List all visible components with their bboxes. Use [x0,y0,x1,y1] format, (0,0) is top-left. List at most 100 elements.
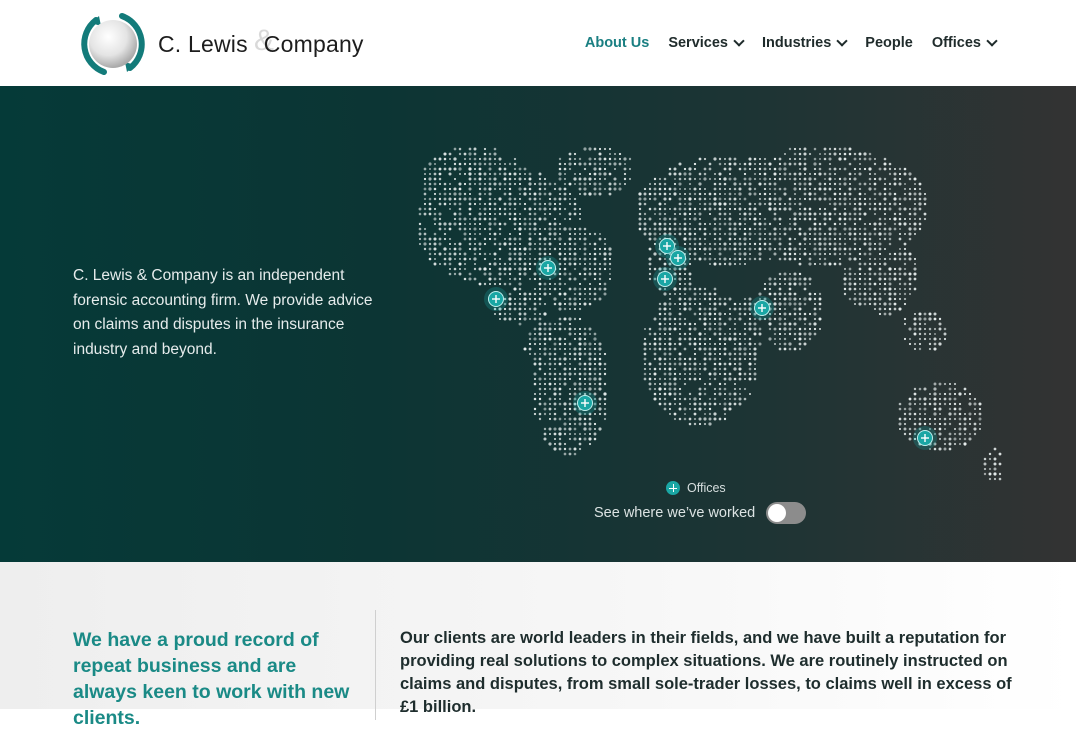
map-dot [813,292,817,296]
map-dot [588,192,592,196]
office-marker-icon[interactable] [666,246,690,270]
map-dot [568,257,572,261]
map-dot [498,282,502,286]
map-dot [898,272,902,276]
map-dot [743,257,747,261]
map-dot [588,382,592,386]
nav-about-us[interactable]: About Us [585,35,649,51]
map-dot [553,382,557,386]
office-marker-icon[interactable] [536,256,560,280]
map-dot [783,322,787,326]
nav-services[interactable]: Services [668,35,745,51]
map-dot [663,177,667,181]
map-dot [898,222,902,226]
map-dot [883,292,887,296]
worked-toggle-switch[interactable] [766,502,807,524]
map-dot [913,272,917,276]
office-marker-icon[interactable] [913,426,937,450]
nav-industries[interactable]: Industries [762,35,848,51]
map-dot [878,207,882,211]
map-dot [573,432,577,436]
office-marker-icon[interactable] [573,391,597,415]
map-dot [653,267,657,271]
map-dot [903,287,907,291]
map-dot [748,372,752,376]
map-dot [608,252,612,256]
map-dot [783,172,787,176]
map-dot [903,412,907,416]
map-dot [488,197,492,201]
map-dot [538,417,542,421]
map-dot [753,202,757,206]
map-dot [723,347,727,351]
map-dot [588,162,592,166]
map-dot [643,342,647,346]
map-dot [763,242,767,246]
map-dot [993,477,997,481]
map-dot [608,267,612,271]
map-dot [798,342,802,346]
map-dot [553,217,557,221]
map-dot [898,427,902,431]
map-dot [558,227,562,231]
brand-logo[interactable]: C. Lewis & Company [74,12,394,76]
map-dot [663,292,667,296]
map-dot [593,392,597,396]
map-dot [933,337,937,341]
map-dot [538,282,542,286]
nav-people[interactable]: People [865,35,913,51]
map-dot [693,322,697,326]
map-dot [738,247,742,251]
map-dot [918,412,922,416]
map-dot [858,287,862,291]
map-dot [818,162,822,166]
map-dot [748,157,752,161]
map-dot [733,362,737,366]
map-dot [793,187,797,191]
map-dot [873,307,877,311]
map-dot [888,207,892,211]
map-dot [843,237,847,241]
map-dot [538,357,542,361]
map-dot [798,177,802,181]
map-dot [658,307,662,311]
map-dot [468,162,472,166]
map-dot [638,227,642,231]
map-dot [788,342,792,346]
map-dot [518,322,522,326]
map-dot [508,312,512,316]
map-dot [773,157,777,161]
map-dot [848,297,852,301]
map-dot [913,222,917,226]
map-dot [898,407,902,411]
map-dot [778,162,782,166]
map-dot [528,292,532,296]
map-dot [683,417,687,421]
map-dot [643,212,647,216]
map-dot [453,192,457,196]
map-dot [938,432,942,436]
office-marker-icon[interactable] [653,267,677,291]
map-dot [523,307,527,311]
map-dot [828,227,832,231]
map-dot [888,277,892,281]
map-dot [608,182,612,186]
map-dot [683,237,687,241]
map-dot [688,192,692,196]
map-dot [623,167,627,171]
office-marker-icon[interactable] [750,296,774,320]
nav-offices[interactable]: Offices [932,35,998,51]
office-marker-icon[interactable] [484,287,508,311]
map-dot [793,322,797,326]
map-dot [568,242,572,246]
map-dot [793,152,797,156]
map-dot [578,347,582,351]
map-dot [588,352,592,356]
map-dot [883,177,887,181]
map-dot [818,157,822,161]
map-dot [748,392,752,396]
map-dot [558,277,562,281]
map-dot [568,202,572,206]
map-dot [728,192,732,196]
map-dot [838,222,842,226]
